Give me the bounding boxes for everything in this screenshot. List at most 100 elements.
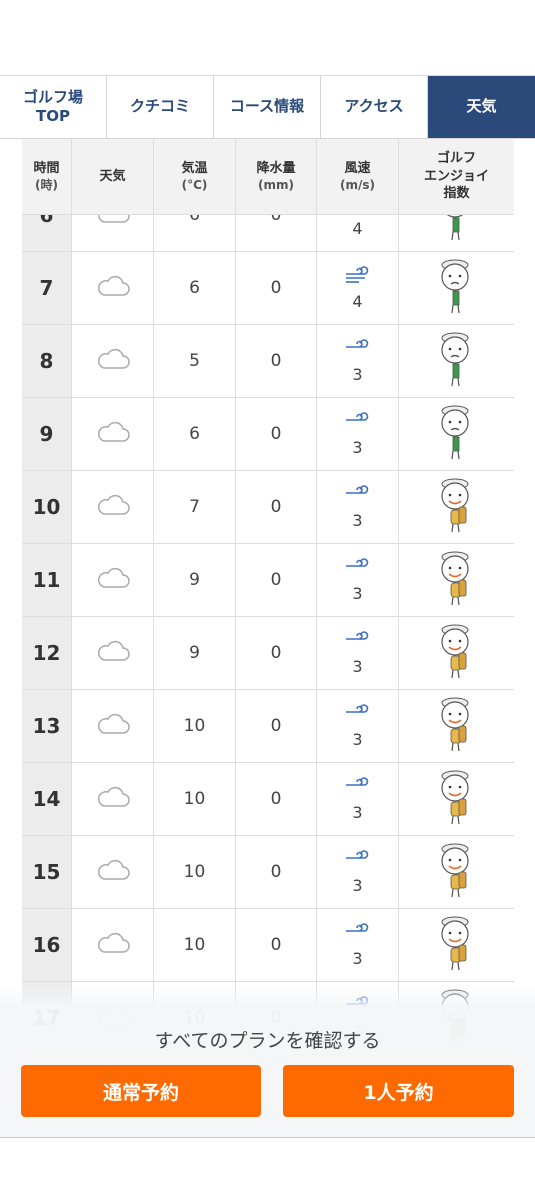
wind-icon <box>343 776 373 801</box>
table-row: 15 10 0 3 <box>22 836 514 909</box>
golf-index-cell <box>399 617 514 689</box>
header-temp-label: 気温 <box>181 160 208 176</box>
bottom-fade <box>0 985 535 1007</box>
golf-index-cell <box>399 398 514 470</box>
wind-cell: 3 <box>317 690 399 762</box>
wind-speed-value: 3 <box>352 584 363 603</box>
temp-cell: 9 <box>154 617 236 689</box>
cloud-icon <box>96 640 130 667</box>
weather-cell <box>72 690 154 762</box>
wind-icon <box>343 630 373 655</box>
wind-cell: 3 <box>317 836 399 908</box>
wind-cell: 3 <box>317 617 399 689</box>
hour-cell: 13 <box>22 690 72 762</box>
tab-reviews[interactable]: クチコミ <box>107 76 214 138</box>
solo-booking-button[interactable]: 1人予約 <box>283 1065 514 1117</box>
hour-cell: 12 <box>22 617 72 689</box>
normal-booking-button[interactable]: 通常予約 <box>21 1065 261 1117</box>
wind-cell: 3 <box>317 471 399 543</box>
header-wind-unit: (m/s) <box>340 178 375 193</box>
golfer-happy-icon <box>434 547 480 614</box>
weather-cell <box>72 763 154 835</box>
precip-cell: 0 <box>236 836 317 908</box>
wind-speed-value: 3 <box>352 730 363 749</box>
hour-cell: 14 <box>22 763 72 835</box>
table-row: 11 9 0 3 <box>22 544 514 617</box>
precip-cell: 0 <box>236 325 317 397</box>
hour-cell: 15 <box>22 836 72 908</box>
tab-label: コース情報 <box>229 97 305 116</box>
golf-index-cell <box>399 836 514 908</box>
precip-cell: 0 <box>236 471 317 543</box>
header-weather: 天気 <box>72 139 154 214</box>
hour-cell: 9 <box>22 398 72 470</box>
precip-cell: 0 <box>236 690 317 762</box>
temp-cell: 10 <box>154 690 236 762</box>
header-golf-label: ゴルフ エンジョイ 指数 <box>423 151 489 202</box>
tab-label: 天気 <box>466 97 497 116</box>
wind-cell: 3 <box>317 909 399 981</box>
wind-icon <box>343 411 373 436</box>
wind-icon <box>343 703 373 728</box>
cloud-icon <box>96 932 130 959</box>
strong-wind-icon <box>343 265 373 290</box>
temp-cell: 10 <box>154 836 236 908</box>
golfer-worried-icon <box>434 255 480 322</box>
weather-page: ゴルフ場 TOP クチコミ コース情報 アクセス 天気 6 6 0 4 7 6 … <box>0 0 535 1200</box>
golf-index-cell <box>399 252 514 324</box>
tab-course-info[interactable]: コース情報 <box>214 76 321 138</box>
hour-cell: 16 <box>22 909 72 981</box>
golfer-worried-icon <box>434 401 480 468</box>
header-golf-index: ゴルフ エンジョイ 指数 <box>399 139 514 214</box>
weather-cell <box>72 617 154 689</box>
hour-cell: 10 <box>22 471 72 543</box>
view-all-plans-link[interactable]: すべてのプランを確認する <box>0 1026 535 1053</box>
header-precip-unit: (mm) <box>258 178 294 193</box>
precip-cell: 0 <box>236 544 317 616</box>
header-hour-label: 時間 <box>33 160 60 176</box>
wind-icon <box>343 484 373 509</box>
tab-access[interactable]: アクセス <box>321 76 428 138</box>
wind-speed-value: 3 <box>352 803 363 822</box>
weather-cell <box>72 909 154 981</box>
weather-cell <box>72 398 154 470</box>
tab-golf-top[interactable]: ゴルフ場 TOP <box>0 76 107 138</box>
golf-index-cell <box>399 690 514 762</box>
header-temp-unit: (°C) <box>181 178 208 193</box>
precip-cell: 0 <box>236 763 317 835</box>
cloud-icon <box>96 494 130 521</box>
golfer-happy-icon <box>434 766 480 833</box>
weather-cell <box>72 252 154 324</box>
table-row: 12 9 0 3 <box>22 617 514 690</box>
header-wind: 風速 (m/s) <box>317 139 399 214</box>
cloud-icon <box>96 275 130 302</box>
golfer-happy-icon <box>434 474 480 541</box>
cloud-icon <box>96 786 130 813</box>
header-hour: 時間 (時) <box>22 139 72 214</box>
tab-weather[interactable]: 天気 <box>428 76 535 138</box>
hour-cell: 7 <box>22 252 72 324</box>
cloud-icon <box>96 421 130 448</box>
wind-speed-value: 4 <box>352 219 363 238</box>
table-row: 10 7 0 3 <box>22 471 514 544</box>
cloud-icon <box>96 567 130 594</box>
wind-cell: 4 <box>317 252 399 324</box>
wind-speed-value: 4 <box>352 292 363 311</box>
table-row: 16 10 0 3 <box>22 909 514 982</box>
cloud-icon <box>96 713 130 740</box>
wind-icon <box>343 922 373 947</box>
cloud-icon <box>96 348 130 375</box>
golf-index-cell <box>399 544 514 616</box>
header-hour-unit: (時) <box>35 178 58 193</box>
tab-label: アクセス <box>344 97 404 116</box>
table-row: 9 6 0 3 <box>22 398 514 471</box>
wind-cell: 3 <box>317 544 399 616</box>
temp-cell: 10 <box>154 763 236 835</box>
golf-index-cell <box>399 763 514 835</box>
golfer-happy-icon <box>434 693 480 760</box>
tab-label: クチコミ <box>129 97 190 116</box>
wind-speed-value: 3 <box>352 949 363 968</box>
header-wind-label: 風速 <box>344 160 371 176</box>
table-row: 7 6 0 4 <box>22 252 514 325</box>
header-temp: 気温 (°C) <box>154 139 236 214</box>
